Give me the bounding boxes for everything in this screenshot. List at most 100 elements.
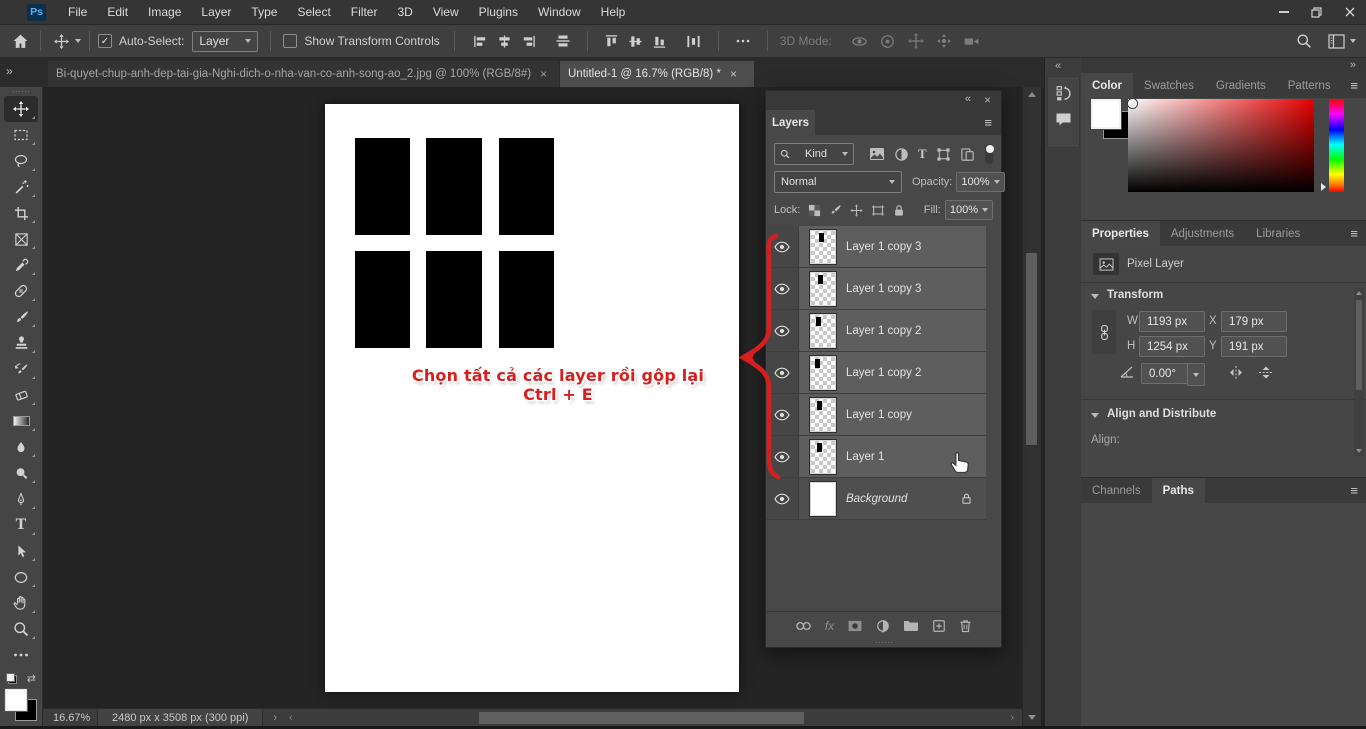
scroll-thumb[interactable]	[1356, 300, 1362, 390]
restore-button[interactable]	[1300, 0, 1333, 24]
tab-patterns[interactable]: Patterns	[1277, 73, 1342, 98]
layer-name[interactable]: Background	[846, 493, 907, 505]
menu-view[interactable]: View	[423, 0, 469, 24]
tool-more-options[interactable]	[4, 642, 38, 668]
preset-chevron-icon[interactable]	[75, 39, 81, 43]
new-layer-button[interactable]	[932, 619, 946, 633]
menu-select[interactable]: Select	[287, 0, 340, 24]
document-tab-active[interactable]: Untitled-1 @ 16.7% (RGB/8) * ×	[560, 61, 754, 87]
delete-layer-button[interactable]	[959, 619, 972, 633]
align-collapse-icon[interactable]	[1091, 413, 1099, 418]
opacity-field[interactable]: 100%	[956, 172, 1004, 192]
tool-eyedropper[interactable]	[4, 252, 38, 278]
align-vertical-centers-wide-button[interactable]	[551, 29, 575, 53]
scroll-down-icon[interactable]	[1356, 449, 1362, 453]
visibility-toggle[interactable]	[766, 436, 799, 477]
layer-row[interactable]: Layer 1 copy 2	[766, 352, 986, 394]
auto-select-checkbox[interactable]: ✓	[98, 34, 112, 48]
minimize-button[interactable]	[1267, 0, 1300, 24]
tab-gradients[interactable]: Gradients	[1205, 73, 1277, 98]
filter-type-layers-icon[interactable]: T	[918, 146, 927, 162]
scroll-up-icon[interactable]	[1356, 291, 1362, 295]
tool-history-brush[interactable]	[4, 356, 38, 382]
lock-position-icon[interactable]	[850, 204, 863, 217]
hue-slider[interactable]	[1329, 99, 1344, 192]
layer-row[interactable]: Layer 1	[766, 436, 986, 478]
menu-type[interactable]: Type	[241, 0, 287, 24]
tool-brush[interactable]	[4, 304, 38, 330]
horizontal-scrollbar[interactable]	[299, 712, 1005, 724]
scroll-up-icon[interactable]	[1028, 92, 1036, 97]
new-group-button[interactable]	[903, 619, 919, 632]
panel-menu-icon[interactable]: ≡	[1350, 483, 1358, 498]
move-tool-preset-button[interactable]	[49, 29, 73, 53]
tab-layers[interactable]: Layers	[766, 110, 815, 135]
close-button[interactable]	[1333, 0, 1366, 24]
home-button[interactable]	[8, 29, 32, 53]
layer-thumbnail[interactable]	[810, 230, 836, 264]
visibility-toggle[interactable]	[766, 478, 799, 519]
layer-thumbnail[interactable]	[810, 314, 836, 348]
collapse-panel-icon[interactable]: «	[965, 93, 971, 105]
close-panel-icon[interactable]: ×	[984, 93, 991, 107]
foreground-color-swatch[interactable]	[5, 689, 27, 711]
tool-pen[interactable]	[4, 486, 38, 512]
align-bottom-edges-button[interactable]	[648, 29, 672, 53]
layer-thumbnail[interactable]	[810, 398, 836, 432]
tab-channels[interactable]: Channels	[1081, 478, 1152, 503]
panel-menu-icon[interactable]: ≡	[1350, 78, 1358, 93]
tool-rectangular-marquee[interactable]	[4, 122, 38, 148]
flip-vertical-button[interactable]	[1257, 364, 1275, 381]
panel-menu-icon[interactable]: ≡	[1350, 226, 1358, 241]
filter-adjustment-layers-icon[interactable]	[894, 147, 909, 162]
link-layers-button[interactable]	[795, 620, 812, 632]
tool-ellipse-shape[interactable]	[4, 564, 38, 590]
color-fg-swatch[interactable]	[1091, 99, 1121, 129]
layer-name[interactable]: Layer 1 copy	[846, 409, 912, 421]
status-next-icon[interactable]: ›	[273, 712, 277, 724]
horizontal-scroll-thumb[interactable]	[479, 712, 804, 724]
align-horizontal-centers-button[interactable]	[493, 29, 517, 53]
document-tab-inactive[interactable]: Bi-quyet-chup-anh-dep-tai-gia-Nghi-dich-…	[48, 61, 559, 87]
layer-thumbnail[interactable]	[810, 482, 836, 516]
tab-libraries[interactable]: Libraries	[1245, 221, 1311, 246]
comments-panel-icon[interactable]	[1055, 112, 1072, 127]
tool-spot-healing-brush[interactable]	[4, 278, 38, 304]
add-layer-mask-button[interactable]	[847, 620, 863, 632]
toolbar-collapse-icon[interactable]: »	[6, 64, 13, 78]
tool-lasso[interactable]	[4, 148, 38, 174]
rotation-dropdown-button[interactable]	[1187, 363, 1205, 386]
y-field[interactable]: 191 px	[1221, 336, 1287, 357]
tab-adjustments[interactable]: Adjustments	[1160, 221, 1245, 246]
x-field[interactable]: 179 px	[1221, 311, 1287, 332]
workspace-button[interactable]	[1324, 29, 1348, 53]
tab-properties[interactable]: Properties	[1081, 221, 1160, 246]
align-right-edges-button[interactable]	[517, 29, 541, 53]
menu-edit[interactable]: Edit	[97, 0, 138, 24]
tab-paths[interactable]: Paths	[1152, 478, 1205, 503]
tool-magic-wand[interactable]	[4, 174, 38, 200]
layer-name[interactable]: Layer 1 copy 2	[846, 325, 921, 337]
show-transform-checkbox[interactable]	[283, 34, 297, 48]
tab-swatches[interactable]: Swatches	[1133, 73, 1205, 98]
layer-thumbnail[interactable]	[810, 440, 836, 474]
layers-menu-icon[interactable]: ≡	[984, 115, 992, 130]
filter-pixel-layers-icon[interactable]	[869, 147, 885, 161]
align-left-edges-button[interactable]	[469, 29, 493, 53]
vertical-scroll-thumb[interactable]	[1026, 253, 1037, 445]
vertical-scrollbar[interactable]	[1022, 87, 1041, 726]
blend-mode-dropdown[interactable]: Normal	[774, 171, 902, 193]
menu-image[interactable]: Image	[138, 0, 191, 24]
align-vertical-middle-button[interactable]	[624, 29, 648, 53]
filter-toggle-switch[interactable]	[985, 144, 993, 164]
tool-eraser[interactable]	[4, 382, 38, 408]
tool-gradient[interactable]	[4, 408, 38, 434]
menu-file[interactable]: File	[58, 0, 97, 24]
filter-shape-layers-icon[interactable]	[936, 147, 951, 162]
visibility-toggle[interactable]	[766, 394, 799, 435]
distribute-horizontal-button[interactable]	[682, 29, 706, 53]
width-field[interactable]: 1193 px	[1139, 311, 1205, 332]
visibility-toggle[interactable]	[766, 352, 799, 393]
search-button[interactable]	[1292, 29, 1316, 53]
tool-dodge[interactable]	[4, 460, 38, 486]
